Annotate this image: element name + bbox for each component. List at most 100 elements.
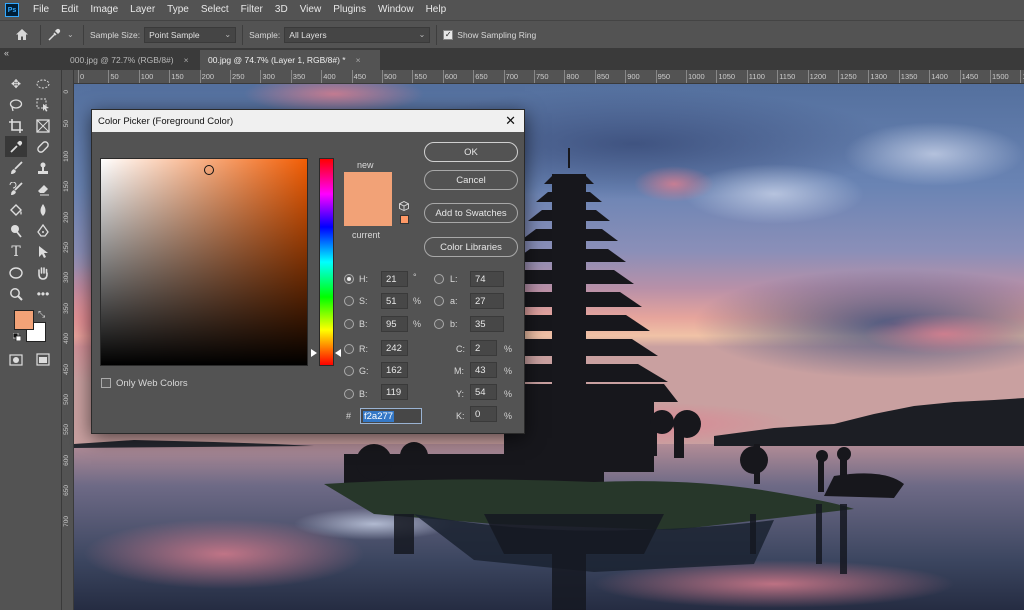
hand-tool-icon[interactable]: [32, 262, 54, 283]
menu-window[interactable]: Window: [372, 0, 420, 20]
frame-tool-icon[interactable]: [32, 115, 54, 136]
healing-brush-tool-icon[interactable]: [32, 136, 54, 157]
eraser-tool-icon[interactable]: [32, 178, 54, 199]
hex-input[interactable]: f2a277: [360, 408, 422, 424]
paint-bucket-tool-icon[interactable]: [5, 199, 27, 220]
c-input[interactable]: 2: [470, 340, 497, 356]
home-button[interactable]: [10, 24, 34, 46]
ruler-label: 250: [232, 72, 245, 81]
hue-slider[interactable]: [319, 158, 334, 366]
r-label: R:: [359, 344, 368, 354]
sample-size-label: Sample Size:: [90, 29, 141, 40]
dodge-tool-icon[interactable]: [5, 220, 27, 241]
s-input[interactable]: 51: [381, 293, 408, 309]
blue-input[interactable]: 119: [381, 384, 408, 400]
g-input[interactable]: 162: [381, 362, 408, 378]
red-radio[interactable]: [344, 344, 354, 354]
l-radio[interactable]: [434, 274, 444, 284]
eyedropper-preset-picker[interactable]: ⌄: [47, 28, 77, 42]
menu-help[interactable]: Help: [420, 0, 453, 20]
menu-file[interactable]: File: [27, 0, 55, 20]
current-color-swatch[interactable]: [344, 199, 392, 226]
menu-plugins[interactable]: Plugins: [327, 0, 372, 20]
l-input[interactable]: 74: [470, 271, 504, 287]
lasso-tool-icon[interactable]: [5, 94, 27, 115]
default-colors-icon[interactable]: [12, 332, 22, 342]
h-input[interactable]: 21: [381, 271, 408, 287]
hue-slider-handle-right[interactable]: [335, 349, 341, 357]
menu-type[interactable]: Type: [161, 0, 195, 20]
only-web-colors-checkbox[interactable]: [101, 378, 111, 388]
a-input[interactable]: 27: [470, 293, 504, 309]
menu-view[interactable]: View: [294, 0, 328, 20]
saturation-radio[interactable]: [344, 296, 354, 306]
b-input[interactable]: 95: [381, 316, 408, 332]
m-input[interactable]: 43: [470, 362, 497, 378]
green-radio[interactable]: [344, 366, 354, 376]
menu-filter[interactable]: Filter: [235, 0, 269, 20]
add-to-swatches-button[interactable]: Add to Swatches: [424, 203, 518, 223]
collapse-panels-icon[interactable]: «: [4, 48, 9, 58]
brightness-radio[interactable]: [344, 319, 354, 329]
show-sampling-ring-checkbox[interactable]: ✓: [443, 29, 454, 40]
quick-mask-icon[interactable]: [5, 349, 27, 370]
menu-select[interactable]: Select: [195, 0, 235, 20]
s-unit: %: [413, 296, 422, 306]
blur-tool-icon[interactable]: [32, 199, 54, 220]
screen-mode-icon[interactable]: [32, 349, 54, 370]
path-selection-tool-icon[interactable]: [32, 241, 54, 262]
zoom-tool-icon[interactable]: [5, 283, 27, 304]
ruler-tick: [838, 70, 839, 83]
y-input[interactable]: 54: [470, 384, 497, 400]
crop-tool-icon[interactable]: [5, 115, 27, 136]
hue-slider-handle-left[interactable]: [311, 349, 317, 357]
ruler-tick: [138, 70, 140, 83]
saturation-brightness-field[interactable]: [100, 158, 308, 366]
foreground-color-swatch[interactable]: [14, 310, 34, 330]
a-radio[interactable]: [434, 296, 444, 306]
b-lab-input[interactable]: 35: [470, 316, 504, 332]
clone-stamp-tool-icon[interactable]: [32, 157, 54, 178]
move-tool-icon[interactable]: ✥: [5, 73, 27, 94]
new-label: new: [357, 160, 374, 170]
web-safe-cube-icon[interactable]: [399, 201, 409, 211]
ruler-label: 400: [63, 333, 70, 345]
ok-button[interactable]: OK: [424, 142, 518, 162]
web-safe-color-swatch[interactable]: [400, 215, 409, 224]
ruler-label: 100: [63, 150, 70, 162]
document-tab[interactable]: 000.jpg @ 72.7% (RGB/8#) ×: [62, 50, 198, 70]
menu-layer[interactable]: Layer: [124, 0, 161, 20]
brush-tool-icon[interactable]: [5, 157, 27, 178]
swap-colors-icon[interactable]: ⤡: [38, 309, 45, 320]
k-input[interactable]: 0: [470, 406, 497, 422]
close-icon[interactable]: ✕: [505, 113, 516, 129]
close-icon[interactable]: ×: [184, 55, 189, 65]
sample-size-select[interactable]: Point Sample ⌄: [144, 26, 237, 43]
cancel-button[interactable]: Cancel: [424, 170, 518, 190]
color-libraries-button[interactable]: Color Libraries: [424, 237, 518, 257]
history-brush-tool-icon[interactable]: [5, 178, 27, 199]
color-field-selector-ring[interactable]: [204, 165, 214, 175]
type-tool-icon[interactable]: T: [5, 241, 27, 262]
menu-3d[interactable]: 3D: [269, 0, 294, 20]
document-tab-active[interactable]: 00.jpg @ 74.7% (Layer 1, RGB/8#) * ×: [200, 50, 380, 70]
object-selection-tool-icon[interactable]: [32, 94, 54, 115]
ruler-tick: [78, 70, 79, 83]
menu-edit[interactable]: Edit: [55, 0, 84, 20]
ellipse-tool-icon[interactable]: [5, 262, 27, 283]
b-lab-radio[interactable]: [434, 319, 444, 329]
menu-image[interactable]: Image: [84, 0, 124, 20]
ellipse-marquee-tool-icon[interactable]: [32, 73, 54, 94]
hue-radio[interactable]: [344, 274, 354, 284]
pen-tool-icon[interactable]: [32, 220, 54, 241]
r-input[interactable]: 242: [381, 340, 408, 356]
hex-label: #: [346, 411, 352, 421]
close-icon[interactable]: ×: [356, 55, 361, 65]
blue-radio[interactable]: [344, 389, 354, 399]
ruler-label: 900: [627, 72, 640, 81]
photoshop-logo[interactable]: Ps: [5, 3, 19, 17]
sample-select[interactable]: All Layers ⌄: [284, 26, 431, 43]
b-unit: %: [413, 319, 422, 329]
eyedropper-tool-icon[interactable]: [5, 136, 27, 157]
more-tools-icon[interactable]: •••: [32, 283, 54, 304]
